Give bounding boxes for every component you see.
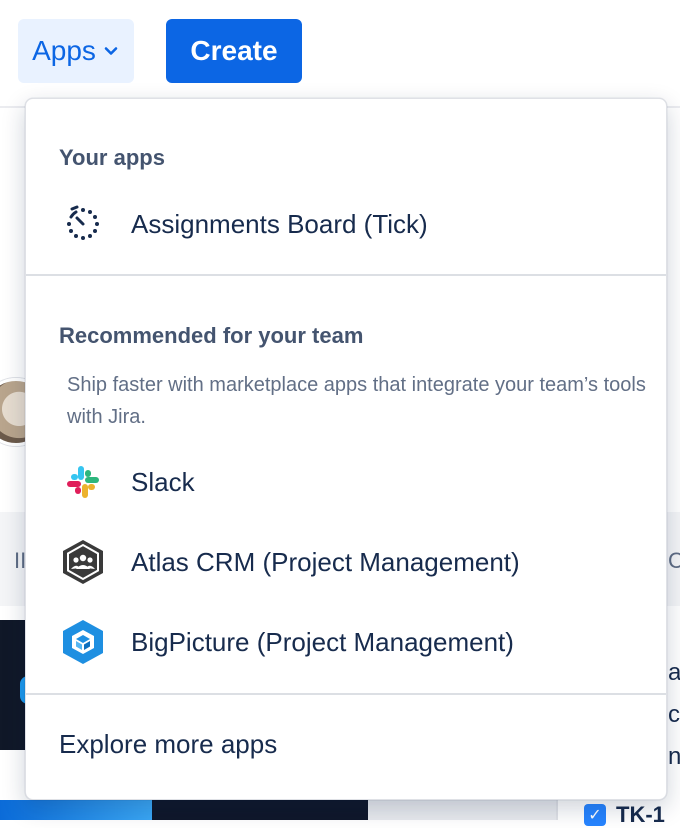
checkbox-icon: ✓: [584, 804, 606, 826]
menu-item-assignments-board[interactable]: Assignments Board (Tick): [26, 192, 666, 256]
background-text-line: a: [668, 659, 680, 686]
image-thumbnail: [152, 800, 368, 820]
top-navigation: Apps Create: [0, 0, 680, 108]
create-button[interactable]: Create: [166, 19, 302, 83]
apps-menu-button[interactable]: Apps: [18, 19, 134, 83]
menu-item-slack[interactable]: Slack: [26, 450, 666, 514]
bigpicture-icon: [60, 619, 106, 665]
section-divider: [26, 693, 666, 695]
background-text-line: n: [668, 743, 680, 770]
menu-item-label: Slack: [131, 466, 195, 497]
menu-item-atlas-crm[interactable]: Atlas CRM (Project Management): [26, 530, 666, 594]
section-divider: [26, 274, 666, 276]
dark-card: [0, 620, 36, 750]
tick-clock-icon: [60, 201, 106, 247]
explore-more-apps-link[interactable]: Explore more apps: [59, 729, 277, 760]
ticket-key: TK-1: [616, 802, 665, 827]
recommended-heading: Recommended for your team: [59, 323, 364, 348]
atlas-crm-icon: [60, 539, 106, 585]
background-text-column: a c n: [668, 652, 680, 778]
ticket-row[interactable]: ✓ TK-1: [584, 802, 665, 828]
slack-icon: [60, 459, 106, 505]
image-thumbnail: [0, 800, 152, 820]
recommended-description: Ship faster with marketplace apps that i…: [67, 374, 646, 428]
menu-item-label: Assignments Board (Tick): [131, 208, 428, 239]
apps-button-label: Apps: [32, 35, 96, 66]
menu-item-bigpicture[interactable]: BigPicture (Project Management): [26, 610, 666, 674]
chevron-down-icon: [104, 47, 118, 55]
your-apps-heading: Your apps: [59, 145, 165, 170]
background-column-header-right: C: [668, 548, 680, 573]
apps-dropdown-menu: Your apps Assignments Board (Tick) Recom…: [25, 98, 667, 800]
menu-item-label: Atlas CRM (Project Management): [131, 546, 520, 577]
image-thumbnail: [368, 800, 556, 820]
menu-item-label: BigPicture (Project Management): [131, 626, 514, 657]
background-text-line: c: [668, 701, 680, 728]
